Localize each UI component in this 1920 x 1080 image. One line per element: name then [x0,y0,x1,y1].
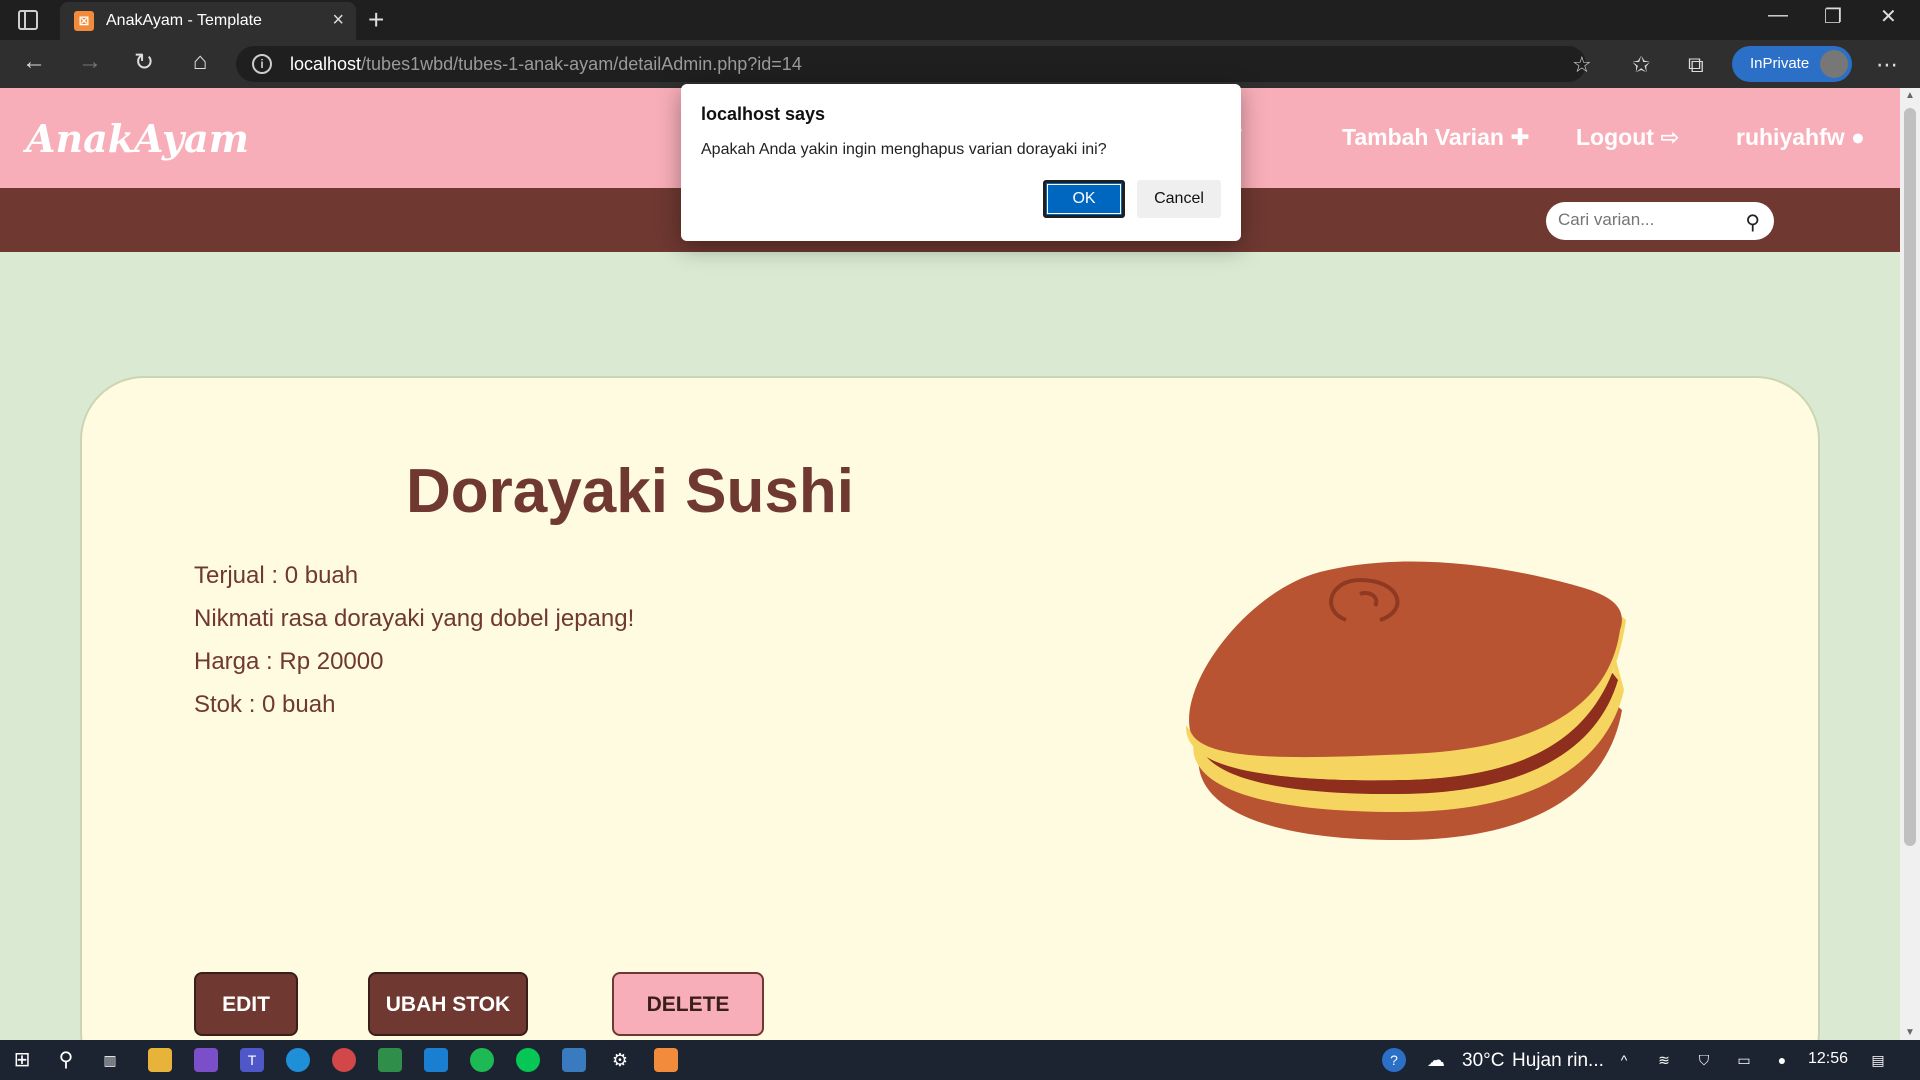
product-card: Dorayaki Sushi Terjual : 0 buah Nikmati … [80,376,1820,1080]
xampp-taskbar-icon[interactable] [654,1048,678,1072]
product-sold: Terjual : 0 buah [194,562,359,589]
confirm-dialog: localhost says Apakah Anda yakin ingin m… [681,84,1241,241]
minimize-icon[interactable]: — [1768,4,1788,27]
back-icon[interactable]: ← [18,48,50,76]
page-scrollbar[interactable]: ▲ ▼ [1900,88,1920,1040]
windows-taskbar: ⊞ ⚲ ▥ T ⚙ ? ☁ 30°C Hujan rin... ^ ≋ ⛉ ▭ … [0,1040,1920,1080]
spreadsheet-icon[interactable] [378,1048,402,1072]
temperature: 30°C [1462,1050,1505,1071]
site-info-icon[interactable]: i [252,54,272,74]
more-options-icon[interactable]: ⋯ [1876,52,1898,78]
search-taskbar-icon[interactable]: ⚲ [54,1048,78,1072]
restore-icon[interactable]: ❐ [1824,4,1842,29]
battery-icon[interactable]: ▭ [1732,1048,1756,1072]
shield-icon[interactable]: ⛉ [1692,1048,1716,1072]
visual-studio-icon[interactable] [194,1048,218,1072]
favorites-icon[interactable]: ✩ [1632,52,1650,78]
scroll-down-icon[interactable]: ▼ [1905,1027,1915,1038]
scroll-up-icon[interactable]: ▲ [1905,90,1915,101]
profile-avatar [1820,50,1848,78]
dialog-ok-button[interactable]: OK [1043,180,1125,218]
product-title: Dorayaki Sushi [406,457,854,526]
refresh-icon[interactable]: ↻ [128,48,160,77]
user-icon: ● [1851,124,1865,150]
nav-add-variant[interactable]: Tambah Varian ✚ [1342,124,1530,151]
settings-icon[interactable]: ⚙ [608,1048,632,1072]
dialog-title: localhost says [701,104,826,124]
site-logo[interactable]: AnakAyam [26,116,249,161]
browser-tab-bar: ⊠ AnakAyam - Template × + — ❐ ✕ [0,0,1920,40]
tab-actions-icon[interactable] [18,10,38,30]
search-input[interactable] [1558,210,1738,230]
window-close-icon[interactable]: ✕ [1880,4,1897,29]
notifications-icon[interactable]: ▤ [1866,1048,1890,1072]
dorayaki-image [1185,561,1626,840]
address-bar[interactable]: i localhost/tubes1wbd/tubes-1-anak-ayam/… [236,46,1586,82]
collections-icon[interactable]: ⧉ [1688,52,1704,78]
browser-toolbar: ← → ↻ ⌂ i localhost/tubes1wbd/tubes-1-an… [0,40,1920,88]
wifi-icon[interactable]: ≋ [1652,1048,1676,1072]
dialog-message: Apakah Anda yakin ingin menghapus varian… [701,141,1107,158]
file-explorer-icon[interactable] [148,1048,172,1072]
app-icon[interactable] [332,1048,356,1072]
logout-icon: ⇨ [1660,124,1680,150]
xampp-icon: ⊠ [74,11,94,31]
forward-icon[interactable]: → [74,48,106,76]
change-stock-button[interactable]: UBAH STOK [368,972,528,1036]
product-stock: Stok : 0 buah [194,691,336,718]
nav-logout[interactable]: Logout ⇨ [1576,124,1680,151]
home-icon[interactable]: ⌂ [184,48,216,76]
add-favorite-icon[interactable]: ☆ [1572,52,1592,78]
spotify-icon[interactable] [470,1048,494,1072]
help-icon[interactable]: ? [1382,1048,1406,1072]
browser-tab[interactable]: ⊠ AnakAyam - Template × [60,2,356,40]
url-text: localhost/tubes1wbd/tubes-1-anak-ayam/de… [290,54,802,74]
weather-icon: ☁ [1427,1050,1445,1070]
clock[interactable]: 12:56 [1808,1050,1848,1068]
line-icon[interactable] [516,1048,540,1072]
task-view-icon[interactable]: ▥ [98,1048,122,1072]
windows-start-icon[interactable]: ⊞ [10,1048,34,1072]
inprivate-badge[interactable]: InPrivate [1732,46,1852,82]
new-tab-icon[interactable]: + [368,4,384,36]
vscode-icon[interactable] [424,1048,448,1072]
plus-icon: ✚ [1510,124,1530,150]
chevron-up-icon[interactable]: ^ [1612,1048,1636,1072]
microphone-icon[interactable]: ● [1770,1048,1794,1072]
product-price: Harga : Rp 20000 [194,648,384,675]
search-icon[interactable]: ⚲ [1745,210,1760,235]
dialog-cancel-button[interactable]: Cancel [1137,180,1221,218]
edge-icon[interactable] [286,1048,310,1072]
delete-button[interactable]: DELETE [612,972,764,1036]
product-description: Nikmati rasa dorayaki yang dobel jepang! [194,605,635,632]
search-box[interactable]: ⚲ [1546,202,1774,240]
teams-icon[interactable]: T [240,1048,264,1072]
close-tab-icon[interactable]: × [332,9,344,32]
photos-icon[interactable] [562,1048,586,1072]
scroll-thumb[interactable] [1904,108,1916,846]
tab-title: AnakAyam - Template [106,12,262,29]
nav-user[interactable]: ruhiyahfw ● [1736,124,1865,151]
weather-text[interactable]: Hujan rin... [1512,1050,1604,1072]
edit-button[interactable]: EDIT [194,972,298,1036]
